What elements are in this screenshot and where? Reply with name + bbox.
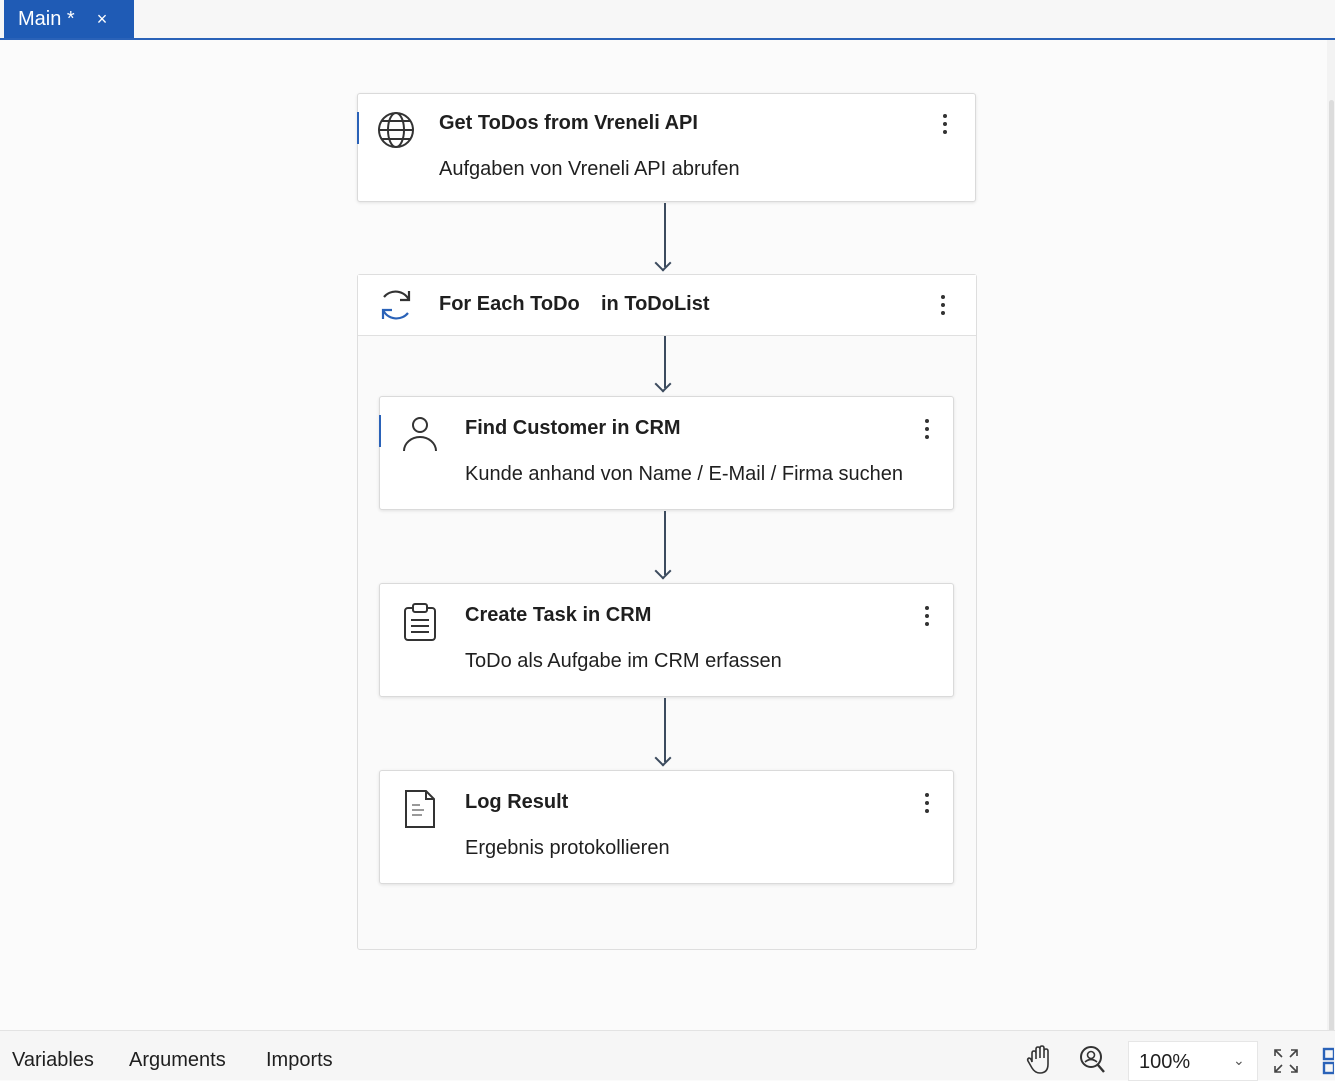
foreach-header[interactable]: For Each ToDo in ToDoList [358,275,976,336]
overview-icon[interactable] [1322,1047,1334,1075]
bottom-bar: Variables Arguments Imports 100% ⌄ [0,1030,1335,1081]
hand-pan-icon[interactable] [1026,1044,1054,1076]
activity-subtitle: Aufgaben von Vreneli API abrufen [439,158,740,180]
more-options-icon[interactable] [922,417,932,443]
more-options-icon[interactable] [922,791,932,817]
activity-title: Find Customer in CRM [465,417,681,439]
activity-log-result[interactable]: Log Result Ergebnis protokollieren [379,770,954,884]
connector-arrow [664,336,666,388]
connector-arrow [664,511,666,575]
activity-subtitle: Ergebnis protokollieren [465,837,670,859]
tab-main[interactable]: Main * × [4,0,134,38]
tab-bar: Main * × [0,0,1335,40]
zoom-value: 100% [1139,1051,1191,1073]
more-options-icon[interactable] [940,112,950,138]
selection-accent [357,112,359,144]
activity-title: Log Result [465,791,569,813]
activity-title: Get ToDos from Vreneli API [439,112,698,134]
activity-get-todos[interactable]: Get ToDos from Vreneli API Aufgaben von … [357,93,976,202]
selection-accent [379,415,381,447]
zoom-fit-icon[interactable] [1078,1045,1106,1075]
variables-tab[interactable]: Variables [12,1049,94,1072]
fullscreen-icon[interactable] [1272,1047,1300,1075]
foreach-title: For Each ToDo [439,293,580,315]
vertical-scrollbar[interactable] [1327,40,1335,1050]
activity-subtitle: ToDo als Aufgabe im CRM erfassen [465,650,782,672]
person-icon [403,417,437,452]
scrollbar-thumb[interactable] [1329,100,1334,1050]
arguments-tab[interactable]: Arguments [129,1049,226,1072]
activity-find-customer[interactable]: Find Customer in CRM Kunde anhand von Na… [379,396,954,510]
tab-label: Main * [18,7,75,30]
loop-icon [381,290,411,320]
activity-title: Create Task in CRM [465,604,652,626]
close-icon[interactable]: × [97,9,108,30]
imports-tab[interactable]: Imports [266,1049,333,1072]
activity-subtitle: Kunde anhand von Name / E-Mail / Firma s… [465,463,903,485]
connector-arrow [664,698,666,762]
more-options-icon[interactable] [938,293,948,319]
more-options-icon[interactable] [922,604,932,630]
globe-icon [378,112,414,148]
activity-create-task[interactable]: Create Task in CRM ToDo als Aufgabe im C… [379,583,954,697]
zoom-select[interactable]: 100% ⌄ [1128,1041,1258,1081]
chevron-down-icon: ⌄ [1233,1052,1245,1068]
foreach-in-text: in ToDoList [601,293,710,315]
document-icon [405,790,435,828]
clipboard-icon [404,603,436,641]
connector-arrow [664,203,666,267]
